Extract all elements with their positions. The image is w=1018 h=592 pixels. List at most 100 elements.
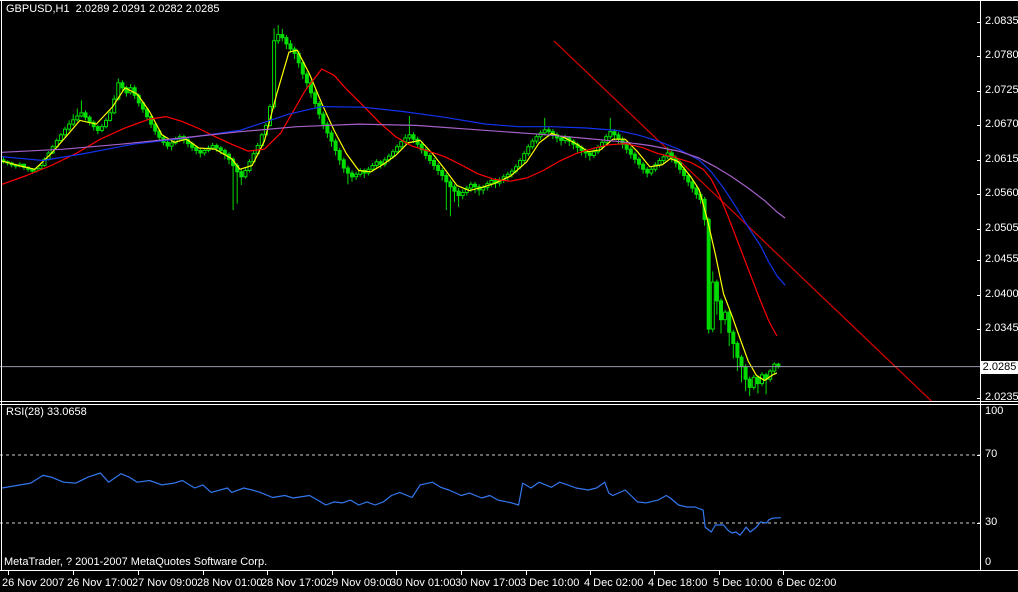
candle-body-bull xyxy=(392,152,395,156)
candle-body-bear xyxy=(330,133,333,141)
candle-body-bear xyxy=(195,147,198,150)
candle-body-bear xyxy=(334,141,337,150)
candle-body-bull xyxy=(650,169,653,173)
candle-body-bear xyxy=(199,150,202,153)
candle-body-bear xyxy=(342,160,345,168)
candle-body-bull xyxy=(773,364,776,371)
time-axis-label: 30 Nov 17:00 xyxy=(455,577,520,589)
candle-body-bear xyxy=(715,282,718,301)
time-axis-label: 28 Nov 17:00 xyxy=(261,577,326,589)
candles-layer xyxy=(2,25,780,396)
candle-body-bear xyxy=(301,63,304,74)
candle-body-bull xyxy=(244,171,247,177)
time-axis-tick xyxy=(203,571,204,575)
candle-body-bull xyxy=(408,135,411,138)
price-axis-label: 2.0780 xyxy=(985,49,1018,61)
candle-body-bear xyxy=(379,162,382,165)
time-axis-tick xyxy=(719,571,720,575)
rsi-axis-label: 100 xyxy=(985,405,1018,417)
candle-body-bull xyxy=(490,181,493,184)
time-axis-tick xyxy=(73,571,74,575)
candle-body-bull xyxy=(724,312,727,320)
candle-body-bear xyxy=(346,168,349,173)
ma-blue-line xyxy=(2,107,785,286)
candle-body-bull xyxy=(752,377,755,387)
candle-body-bull xyxy=(662,157,665,161)
candle-body-bear xyxy=(691,182,694,188)
candle-body-bull xyxy=(76,116,79,120)
candle-body-bear xyxy=(428,155,431,160)
main-chart-canvas[interactable] xyxy=(0,0,1018,401)
candle-body-bull xyxy=(100,127,103,131)
price-axis-line xyxy=(980,0,981,570)
candle-body-bear xyxy=(318,103,321,114)
candle-body-bull xyxy=(170,143,173,146)
rsi-axis-label: 0 xyxy=(985,556,1018,568)
ma-red-line xyxy=(2,69,777,336)
time-axis-label: 27 Nov 09:00 xyxy=(132,577,197,589)
time-axis-label: 28 Nov 01:00 xyxy=(197,577,262,589)
candle-body-bear xyxy=(732,332,735,343)
candle-body-bull xyxy=(531,141,534,147)
candle-body-bear xyxy=(687,176,690,182)
time-axis-tick xyxy=(526,571,527,575)
time-axis-label: 29 Nov 09:00 xyxy=(326,577,391,589)
candle-body-bear xyxy=(625,144,628,149)
candle-body-bear xyxy=(84,113,87,117)
time-axis-tick xyxy=(138,571,139,575)
candle-body-bear xyxy=(289,44,292,49)
price-axis-label: 2.0560 xyxy=(985,187,1018,199)
rsi-indicator-canvas[interactable] xyxy=(0,405,1018,571)
rsi-line xyxy=(2,473,781,535)
candle-body-bull xyxy=(273,41,276,107)
panel-divider-top xyxy=(0,401,1018,402)
candle-body-bull xyxy=(543,130,546,133)
panel-divider-bottom xyxy=(0,404,1018,405)
candle-body-bear xyxy=(740,357,743,366)
candle-body-bear xyxy=(744,367,747,380)
candle-body-bull xyxy=(519,160,522,166)
candle-body-bear xyxy=(88,117,91,122)
time-axis-tick xyxy=(396,571,397,575)
candle-body-bear xyxy=(449,182,452,187)
candle-body-bull xyxy=(527,147,530,154)
candle-body-bear xyxy=(457,191,460,195)
candle-body-bull xyxy=(605,137,608,143)
candle-body-bear xyxy=(642,164,645,169)
candle-body-bear xyxy=(433,160,436,165)
candle-body-bear xyxy=(437,166,440,171)
candle-body-bull xyxy=(461,192,464,195)
candle-body-bear xyxy=(96,127,99,131)
candle-body-bear xyxy=(720,301,723,320)
candle-body-bull xyxy=(68,124,71,129)
candle-body-bear xyxy=(695,188,698,194)
window-left-border xyxy=(1,0,2,570)
ma-purple-line xyxy=(2,124,785,218)
time-axis-tick xyxy=(332,571,333,575)
candle-body-bear xyxy=(240,172,243,177)
candle-body-bear xyxy=(617,135,620,139)
candle-body-bear xyxy=(560,138,563,141)
candle-body-bull xyxy=(592,152,595,156)
candle-body-bear xyxy=(441,171,444,176)
candle-body-bear xyxy=(613,132,616,135)
current-price-box: 2.0285 xyxy=(981,361,1018,374)
candle-body-bull xyxy=(711,282,714,329)
candle-body-bull xyxy=(203,150,206,153)
time-axis-label: 30 Nov 01:00 xyxy=(390,577,455,589)
time-axis-label: 4 Dec 18:00 xyxy=(648,577,707,589)
time-axis-tick xyxy=(783,571,784,575)
candle-body-bear xyxy=(281,35,284,38)
time-axis-label: 6 Dec 02:00 xyxy=(777,577,836,589)
candle-body-bear xyxy=(638,159,641,164)
rsi-indicator-label: RSI(28) 33.0658 xyxy=(6,406,87,418)
time-axis-label: 26 Nov 17:00 xyxy=(67,577,132,589)
candle-body-bull xyxy=(658,160,661,164)
candle-body-bear xyxy=(338,150,341,159)
rsi-axis-label: 30 xyxy=(985,516,1018,528)
time-axis-label: 26 Nov 2007 xyxy=(2,577,64,589)
candle-body-bear xyxy=(707,219,710,329)
candle-body-bear xyxy=(219,148,222,151)
candle-body-bear xyxy=(728,312,731,332)
candle-body-bear xyxy=(121,83,124,88)
